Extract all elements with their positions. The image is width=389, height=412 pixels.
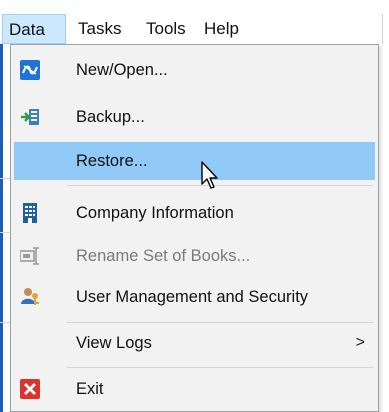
menu-separator	[67, 322, 373, 323]
menu-tasks-label: Tasks	[78, 19, 122, 38]
menu-item-label: Rename Set of Books...	[76, 247, 251, 265]
menu-item-rename-set-of-books: Rename Set of Books...	[14, 237, 375, 275]
chevron-right-icon: >	[355, 334, 365, 351]
menu-item-label: New/Open...	[76, 61, 168, 79]
menu-data[interactable]: Data	[2, 14, 66, 44]
menu-item-label: Backup...	[76, 108, 145, 126]
company-building-icon	[20, 203, 40, 223]
menu-help-label: Help	[204, 19, 239, 38]
app-window: Data Tasks Tools Help New/Open... Backup…	[0, 0, 389, 412]
menu-item-label: Company Information	[76, 204, 234, 222]
menu-data-label: Data	[9, 20, 45, 39]
menu-tasks[interactable]: Tasks	[72, 14, 138, 44]
menu-separator	[67, 367, 373, 368]
menu-item-backup[interactable]: Backup...	[14, 98, 375, 136]
menu-item-new-open[interactable]: New/Open...	[14, 51, 375, 89]
window-left-edge	[0, 44, 3, 412]
data-dropdown-menu: New/Open... Backup... Restore... Company…	[10, 44, 379, 412]
menu-item-label: User Management and Security	[76, 288, 309, 306]
menu-item-company-information[interactable]: Company Information	[14, 194, 375, 232]
menu-item-label: View Logs	[76, 334, 152, 352]
users-security-icon	[20, 287, 40, 307]
mouse-cursor-icon	[201, 161, 218, 189]
menu-help[interactable]: Help	[198, 14, 256, 44]
backup-icon	[20, 107, 40, 127]
menu-item-exit[interactable]: Exit	[14, 370, 375, 408]
menu-item-label: Exit	[76, 380, 104, 398]
menu-tools-label: Tools	[146, 19, 186, 38]
menu-item-label: Restore...	[76, 152, 148, 170]
exit-icon	[20, 379, 40, 399]
menu-item-view-logs[interactable]: View Logs >	[14, 324, 375, 362]
window-edge	[382, 14, 383, 44]
new-open-icon	[20, 60, 40, 80]
rename-icon	[19, 246, 40, 266]
menu-item-restore[interactable]: Restore...	[14, 142, 375, 180]
menu-item-user-management[interactable]: User Management and Security	[14, 278, 375, 316]
menu-tools[interactable]: Tools	[140, 14, 206, 44]
